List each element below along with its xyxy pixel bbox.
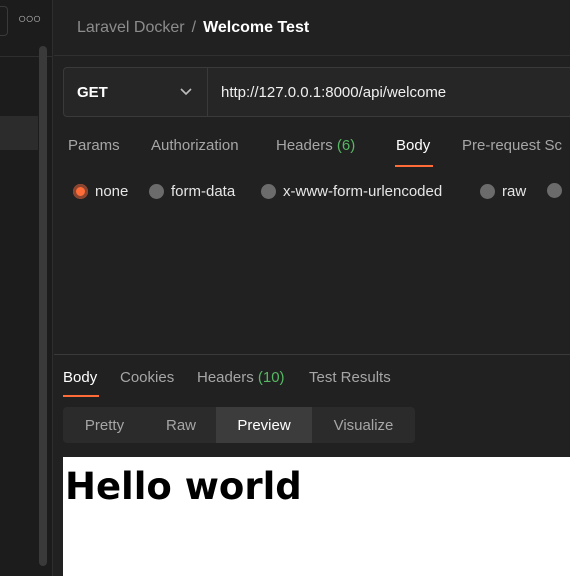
response-tab-headers[interactable]: Headers (10) <box>197 369 285 386</box>
sidebar-scrollbar[interactable] <box>39 46 47 566</box>
radio-form-data-label: form-data <box>171 183 236 200</box>
tab-headers-label: Headers <box>276 137 333 154</box>
radio-none-label: none <box>95 183 129 200</box>
radio-icon <box>149 184 164 199</box>
method-select[interactable]: GET <box>64 68 208 116</box>
breadcrumb: Laravel Docker / Welcome Test <box>54 0 570 56</box>
url-input[interactable]: http://127.0.0.1:8000/api/welcome <box>208 68 446 116</box>
radio-raw-label: raw <box>502 183 527 200</box>
radio-icon <box>480 184 495 199</box>
view-raw[interactable]: Raw <box>146 407 216 443</box>
preview-heading: Hello world <box>65 465 302 508</box>
breadcrumb-separator: / <box>191 18 197 36</box>
radio-urlencoded[interactable]: x-www-form-urlencoded <box>261 183 442 200</box>
response-tab-body[interactable]: Body <box>63 369 97 386</box>
sidebar-collapsed-panel[interactable] <box>0 6 8 36</box>
radio-icon <box>547 183 562 198</box>
request-tabs: Params Authorization Headers (6) Body Pr… <box>68 137 570 169</box>
radio-form-data[interactable]: form-data <box>149 183 235 200</box>
response-tab-cookies[interactable]: Cookies <box>120 369 174 386</box>
more-options-icon[interactable]: ○○○ <box>18 10 41 26</box>
response-tab-headers-label: Headers <box>197 369 254 386</box>
view-mode-switcher: Pretty Raw Preview Visualize <box>63 407 415 443</box>
response-tabs: Body Cookies Headers (10) Test Results <box>63 369 570 399</box>
active-tab-indicator <box>395 165 433 167</box>
response-tab-test-results[interactable]: Test Results <box>309 369 391 386</box>
radio-raw[interactable]: raw <box>480 183 526 200</box>
radio-icon <box>261 184 276 199</box>
radio-binary[interactable] <box>547 183 569 198</box>
headers-count: (6) <box>336 137 356 154</box>
response-headers-count: (10) <box>257 369 285 386</box>
breadcrumb-collection[interactable]: Laravel Docker <box>77 19 185 37</box>
radio-selected-icon <box>73 184 88 199</box>
view-visualize[interactable]: Visualize <box>312 407 415 443</box>
response-preview: Hello world <box>63 457 570 576</box>
method-label: GET <box>77 83 108 101</box>
pane-divider[interactable] <box>54 354 570 355</box>
sidebar: ○○○ <box>0 0 53 576</box>
sidebar-selected-item[interactable] <box>0 116 38 150</box>
active-response-tab-indicator <box>63 395 99 397</box>
chevron-down-icon <box>180 88 192 96</box>
request-title[interactable]: Welcome Test <box>203 19 309 37</box>
tab-prerequest-script[interactable]: Pre-request Sc <box>462 137 562 154</box>
request-url-bar: GET http://127.0.0.1:8000/api/welcome <box>63 67 570 117</box>
view-pretty[interactable]: Pretty <box>63 407 146 443</box>
tab-authorization[interactable]: Authorization <box>151 137 239 154</box>
body-type-options: none form-data x-www-form-urlencoded raw <box>73 183 570 203</box>
radio-none[interactable]: none <box>73 183 128 200</box>
tab-headers[interactable]: Headers (6) <box>276 137 355 154</box>
radio-urlencoded-label: x-www-form-urlencoded <box>283 183 443 200</box>
tab-body[interactable]: Body <box>396 137 430 154</box>
tab-params[interactable]: Params <box>68 137 120 154</box>
view-preview[interactable]: Preview <box>216 407 312 443</box>
